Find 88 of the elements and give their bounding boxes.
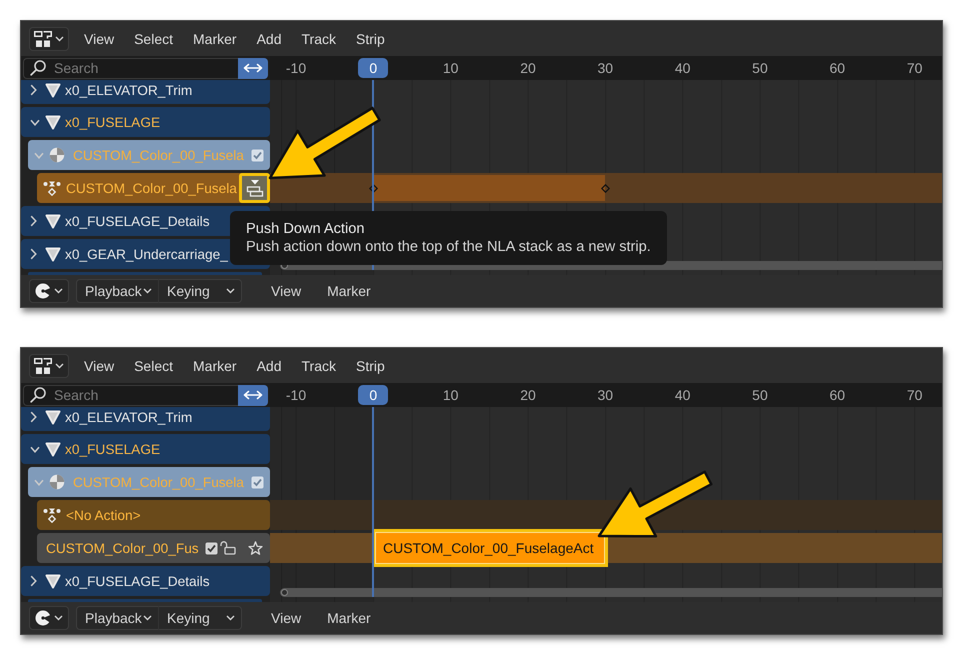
keyframe-marker-icon [600, 184, 610, 192]
editor-type-button[interactable] [29, 354, 69, 378]
playback-mode-button[interactable] [29, 606, 69, 630]
channel-row[interactable]: x0_FUSELAGE_Details [21, 566, 270, 596]
swap-button[interactable] [238, 384, 268, 406]
menu-item[interactable]: Marker [183, 354, 247, 378]
frame-number: 30 [596, 386, 614, 405]
frame-number: 30 [596, 59, 614, 78]
frame-number: 10 [442, 59, 460, 78]
channel-row[interactable]: x0_FUSELAGE [21, 107, 270, 137]
frame-number: 40 [674, 386, 692, 405]
search-icon [30, 387, 46, 403]
dropdown-button[interactable]: Playback [76, 279, 159, 303]
pie-icon [35, 283, 51, 299]
menu-item[interactable]: View [74, 354, 124, 378]
triangle-icon [45, 574, 61, 588]
search-field[interactable]: Search [23, 58, 238, 78]
track-blocks-icon [34, 358, 52, 374]
triangle-icon [45, 410, 61, 424]
frame-number: 50 [751, 59, 769, 78]
frame-number: -10 [284, 386, 308, 405]
menu-item[interactable]: Strip [346, 354, 395, 378]
triangle-icon [45, 246, 61, 262]
chevron-down-icon [54, 615, 63, 621]
frame-number: 50 [751, 386, 769, 405]
double-arrow-icon [243, 390, 263, 400]
horizontal-scrollbar[interactable] [280, 588, 942, 597]
chevron-down-icon [226, 615, 235, 621]
triangle-icon [45, 82, 61, 98]
keyframe-marker-icon [368, 184, 378, 192]
channel-row[interactable]: x0_FUSELAGE [21, 434, 270, 464]
menu-item[interactable]: View [258, 279, 314, 303]
menu-item[interactable]: Track [292, 26, 346, 50]
nla-strip[interactable]: CUSTOM_Color_00_FuselageAct [372, 529, 608, 567]
swap-button[interactable] [238, 58, 268, 78]
menu-item[interactable]: Marker [183, 26, 247, 50]
chevron-down-icon [143, 288, 152, 294]
frame-number: 20 [519, 59, 537, 78]
menu-item[interactable]: Add [246, 26, 292, 50]
current-frame-indicator[interactable]: 0 [358, 58, 388, 78]
menu-item[interactable]: Select [124, 26, 184, 50]
scrollbar-grip-icon[interactable] [281, 589, 288, 596]
search-icon [30, 60, 46, 76]
chevron-down-icon [143, 615, 152, 621]
menu-item[interactable]: Add [246, 354, 292, 378]
frame-number: 60 [828, 59, 846, 78]
search-field[interactable]: Search [23, 384, 238, 406]
current-frame-indicator[interactable]: 0 [358, 385, 388, 405]
double-arrow-icon [243, 63, 263, 73]
frame-number: 60 [828, 386, 846, 405]
frame-number: 10 [442, 386, 460, 405]
menu-item[interactable]: View [74, 26, 124, 50]
frame-number: 40 [674, 59, 692, 78]
frame-number: 70 [906, 386, 924, 405]
track-blocks-icon [34, 30, 52, 46]
frame-number: 70 [906, 59, 924, 78]
menu-item[interactable]: View [258, 606, 314, 630]
keyframe-dots-icon [43, 507, 61, 523]
menu-item[interactable]: Select [124, 354, 184, 378]
triangle-icon [45, 114, 61, 130]
sphere-icon [49, 147, 65, 163]
dropdown-button[interactable]: Keying [159, 606, 242, 630]
channel-row[interactable]: CUSTOM_Color_00_Fus [37, 533, 270, 563]
push-down-icon [244, 179, 264, 197]
playback-mode-button[interactable] [29, 279, 69, 303]
menu-item[interactable]: Marker [314, 279, 384, 303]
frame-number: 20 [519, 386, 537, 405]
channel-row[interactable]: x0_ELEVATOR_Trim [21, 80, 270, 104]
channel-row[interactable]: x0_ELEVATOR_Trim [21, 407, 270, 431]
chevron-down-icon [54, 288, 63, 294]
editor-type-button[interactable] [29, 26, 69, 50]
menu-item[interactable]: Marker [314, 606, 384, 630]
triangle-icon [45, 442, 61, 456]
dropdown-button[interactable]: Keying [159, 279, 242, 303]
triangle-icon [45, 214, 61, 228]
dropdown-button[interactable]: Playback [76, 606, 159, 630]
pie-icon [35, 610, 51, 626]
menu-item[interactable]: Track [292, 354, 346, 378]
keyframe-dots-icon [43, 180, 61, 196]
chevron-down-icon [55, 362, 64, 368]
push-down-button[interactable] [239, 173, 270, 203]
menu-item[interactable]: Strip [346, 26, 395, 50]
sphere-icon [49, 474, 65, 490]
chevron-down-icon [55, 36, 64, 42]
chevron-down-icon [226, 288, 235, 294]
playhead-line[interactable] [372, 407, 374, 597]
channel-row[interactable]: <No Action> [37, 500, 270, 530]
frame-number: -10 [284, 59, 308, 78]
